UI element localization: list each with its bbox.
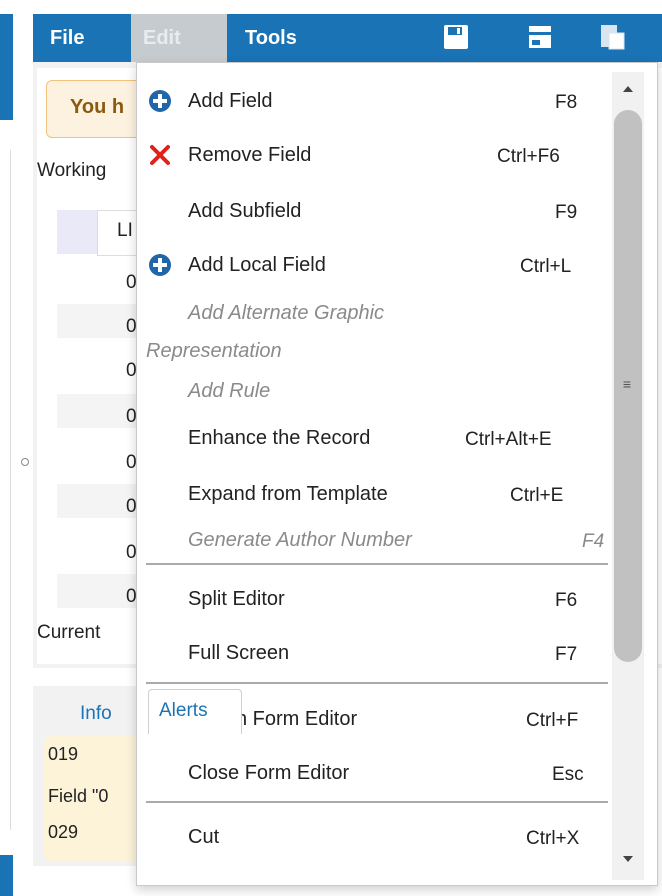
- left-strip: [0, 14, 13, 62]
- shortcut-close-form-editor: Esc: [552, 764, 584, 785]
- menu-item-close-form-editor[interactable]: Close Form Editor: [188, 762, 349, 785]
- menu-separator: [146, 563, 608, 565]
- menu-item-full-screen[interactable]: Full Screen: [188, 642, 289, 665]
- shortcut-open-form-editor: Ctrl+F: [526, 710, 579, 731]
- menu-item-enhance-record[interactable]: Enhance the Record: [188, 427, 370, 450]
- menu-file[interactable]: File: [50, 14, 84, 62]
- shortcut-add-field: F8: [555, 92, 578, 113]
- menu-item-expand-template[interactable]: Expand from Template: [188, 483, 388, 506]
- info-line: 029: [48, 822, 79, 842]
- paste-icon[interactable]: [600, 24, 626, 50]
- row-value: 0: [126, 586, 137, 607]
- menu-item-add-subfield[interactable]: Add Subfield: [188, 200, 301, 223]
- menu-edit[interactable]: Edit: [131, 14, 227, 62]
- menu-item-generate-author-number: Generate Author Number: [188, 529, 412, 551]
- menu-item-add-alternate-graphic: Add Alternate Graphic: [188, 302, 385, 324]
- row-value: 0: [126, 496, 137, 517]
- scrollbar-grip-icon: ≡: [622, 376, 632, 392]
- left-strip-lower: [0, 62, 13, 120]
- menu-separator: [146, 682, 608, 684]
- current-label: Current: [37, 622, 101, 643]
- red-x-icon: [150, 145, 170, 165]
- shortcut-full-screen: F7: [555, 644, 578, 665]
- shortcut-expand-template: Ctrl+E: [510, 485, 564, 506]
- ll-text: LI: [117, 220, 133, 241]
- menu-item-split-editor[interactable]: Split Editor: [188, 588, 285, 611]
- row-value: 0: [126, 272, 137, 293]
- menu-item-add-local-field[interactable]: Add Local Field: [188, 254, 326, 277]
- shortcut-enhance-record: Ctrl+Alt+E: [465, 429, 552, 450]
- plus-circle-icon: [149, 254, 171, 276]
- save-icon[interactable]: [443, 24, 469, 50]
- row-value: 0: [126, 316, 137, 337]
- ll-cell-left: [57, 210, 97, 254]
- row-value: 0: [126, 360, 137, 381]
- plus-circle-icon: [149, 90, 171, 112]
- row-value: 0: [126, 452, 137, 473]
- scroll-down-arrow-icon[interactable]: [617, 850, 639, 868]
- shortcut-add-local-field: Ctrl+L: [520, 256, 572, 277]
- shortcut-generate-author-number: F4: [582, 531, 605, 552]
- menu-item-add-rule: Add Rule: [188, 380, 271, 402]
- row-value: 0: [126, 406, 137, 427]
- left-strip-bottom: [0, 855, 13, 896]
- menu-separator: [146, 801, 608, 803]
- shortcut-remove-field: Ctrl+F6: [497, 146, 560, 167]
- warning-text: You h: [70, 96, 125, 118]
- panel-divider: [10, 150, 11, 830]
- scroll-up-arrow-icon[interactable]: [617, 80, 639, 98]
- shortcut-cut: Ctrl+X: [526, 828, 580, 849]
- menu-item-add-alternate-graphic-cont: Representation: [146, 340, 282, 362]
- info-line: Field "0: [48, 786, 109, 806]
- shortcut-add-subfield: F9: [555, 202, 578, 223]
- menu-tools[interactable]: Tools: [245, 14, 297, 62]
- menu-item-open-form-editor[interactable]: n Form Editor: [236, 708, 357, 731]
- row-value: 0: [126, 542, 137, 563]
- tab-info[interactable]: Info: [80, 703, 112, 725]
- tab-alerts-label: Alerts: [159, 700, 208, 721]
- menubar: [33, 14, 662, 62]
- menu-item-add-field[interactable]: Add Field: [188, 90, 273, 113]
- shortcut-split-editor: F6: [555, 590, 578, 611]
- resize-handle[interactable]: [21, 458, 29, 466]
- info-line: 019: [48, 744, 79, 764]
- menu-item-cut[interactable]: Cut: [188, 826, 219, 849]
- fill-icon[interactable]: [527, 24, 553, 50]
- working-label: Working: [37, 160, 107, 181]
- menu-item-remove-field[interactable]: Remove Field: [188, 144, 311, 167]
